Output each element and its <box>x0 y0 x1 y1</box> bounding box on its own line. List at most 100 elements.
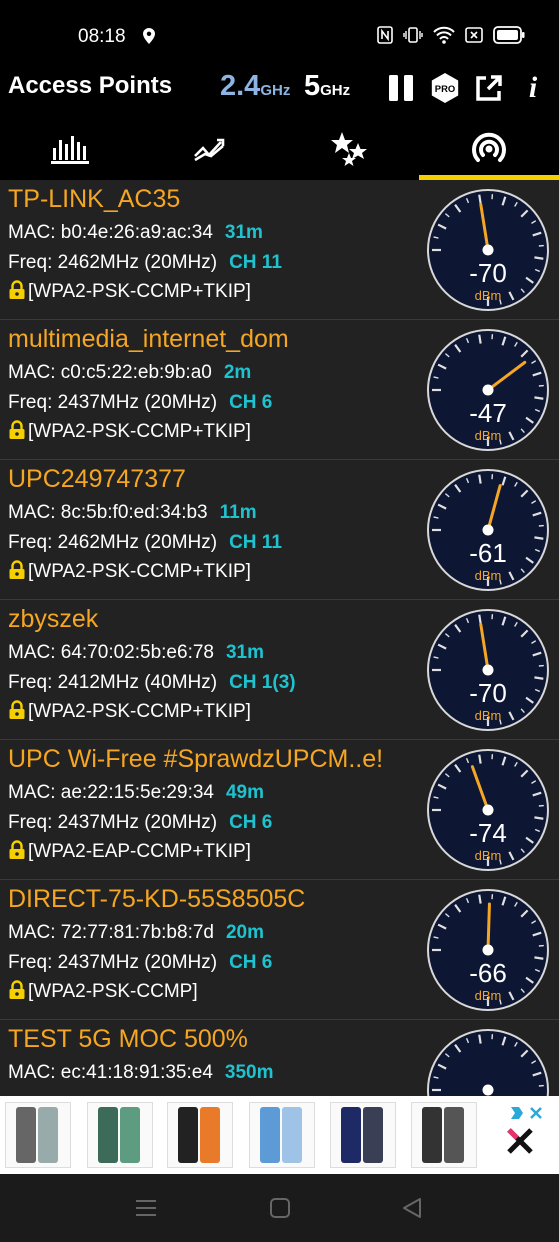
freq-line: Freq: 2412MHz (40MHz) CH 1(3) <box>8 672 296 694</box>
access-point-icon <box>472 132 507 162</box>
gauge-pivot <box>482 804 494 816</box>
access-point-row[interactable]: TP-LINK_AC35 MAC: b0:4e:26:a9:ac:34 31m F… <box>0 180 559 320</box>
screen-record-icon <box>465 27 483 48</box>
gauge-value: -66 <box>469 958 507 988</box>
ad-close-button[interactable] <box>503 1104 547 1169</box>
tab-rating[interactable] <box>280 118 420 180</box>
mac-line: MAC: ec:41:18:91:35:e4 350m <box>8 1062 274 1084</box>
channel: CH 11 <box>229 252 282 273</box>
access-point-row[interactable]: zbyszek MAC: 64:70:02:5b:e6:78 31m Freq: … <box>0 600 559 740</box>
frequency: Freq: 2412MHz <box>8 672 139 693</box>
gauge-tick <box>534 536 544 540</box>
frequency: Freq: 2462MHz <box>8 252 139 273</box>
access-point-list[interactable]: TP-LINK_AC35 MAC: b0:4e:26:a9:ac:34 31m F… <box>0 180 559 1096</box>
access-point-row[interactable]: multimedia_internet_dom MAC: c0:c5:22:eb… <box>0 320 559 460</box>
security: [WPA2-PSK-CCMP+TKIP] <box>28 701 251 722</box>
tab-access-points[interactable] <box>419 118 559 180</box>
gauge-tick <box>478 474 482 484</box>
ssid: TEST 5G MOC 500% <box>8 1025 248 1053</box>
pause-button[interactable] <box>385 70 417 106</box>
gauge-tick <box>478 614 482 624</box>
gauge-pivot <box>482 664 494 676</box>
freq-line: Freq: 2462MHz (20MHz) CH 11 <box>8 252 282 274</box>
mac-line: MAC: c0:c5:22:eb:9b:a0 2m <box>8 362 251 384</box>
signal-gauge: -47dBm <box>427 329 549 451</box>
nav-home-button[interactable] <box>268 1196 292 1220</box>
nfc-icon <box>377 26 393 49</box>
ad-phone-image[interactable] <box>411 1102 477 1168</box>
distance: 350m <box>224 1062 274 1083</box>
ad-phone-image[interactable] <box>5 1102 71 1168</box>
signal-gauge: -70dBm <box>427 189 549 311</box>
mac-line: MAC: b0:4e:26:a9:ac:34 31m <box>8 222 263 244</box>
signal-gauge: -74dBm <box>427 749 549 871</box>
channel: CH 6 <box>229 812 273 833</box>
ad-phone-image[interactable] <box>330 1102 396 1168</box>
nav-menu-button[interactable] <box>134 1196 158 1220</box>
frequency: Freq: 2437MHz <box>8 392 139 413</box>
mac-address: MAC: 72:77:81:7b:b8:7d <box>8 922 214 943</box>
home-icon <box>270 1198 290 1218</box>
page-title: Access Points <box>8 72 173 99</box>
gauge-value: -70 <box>469 678 507 708</box>
location-icon <box>143 28 155 49</box>
distance: 11m <box>219 502 257 523</box>
gauge-tick <box>534 956 544 960</box>
mac-line: MAC: 8c:5b:f0:ed:34:b3 11m <box>8 502 257 524</box>
share-button[interactable] <box>473 70 505 106</box>
signal-gauge: -61dBm <box>427 469 549 591</box>
security-line: [WPA2-PSK-CCMP+TKIP] <box>8 560 251 586</box>
channel: CH 1(3) <box>229 672 296 693</box>
band-5-unit: GHz <box>320 82 351 99</box>
tab-channel-graph[interactable] <box>0 118 140 180</box>
channel-width: (20MHz) <box>144 952 218 973</box>
distance: 49m <box>225 782 265 803</box>
security-line: [WPA2-EAP-CCMP+TKIP] <box>8 840 251 866</box>
signal-gauge: -66dBm <box>427 889 549 1011</box>
ad-phone-image[interactable] <box>167 1102 233 1168</box>
channel-width: (20MHz) <box>144 532 218 553</box>
vibrate-icon <box>403 26 423 49</box>
access-point-row[interactable]: UPC Wi-Free #SprawdzUPCM..e! MAC: ae:22:… <box>0 740 559 880</box>
band-24ghz-toggle[interactable]: 2.4GHz <box>220 70 290 103</box>
channel-width: (40MHz) <box>144 672 218 693</box>
gauge-needle <box>486 902 491 952</box>
gauge-pivot <box>482 244 494 256</box>
tab-bar <box>0 118 559 180</box>
freq-line: Freq: 2462MHz (20MHz) CH 11 <box>8 532 282 554</box>
channel-width: (20MHz) <box>144 392 218 413</box>
gauge-pivot <box>482 1084 494 1096</box>
band-5-value: 5 <box>304 70 321 102</box>
band-5ghz-toggle[interactable]: 5GHz <box>304 70 350 103</box>
ad-phone-image[interactable] <box>87 1102 153 1168</box>
signal-gauge <box>427 1029 549 1096</box>
mac-address: MAC: b0:4e:26:a9:ac:34 <box>8 222 213 243</box>
mac-address: MAC: ec:41:18:91:35:e4 <box>8 1062 213 1083</box>
gauge-unit: dBm <box>475 988 502 1003</box>
distance: 2m <box>223 362 252 383</box>
gauge-value: -74 <box>469 818 507 848</box>
ssid: UPC Wi-Free #SprawdzUPCM..e! <box>8 745 384 773</box>
gauge-tick <box>478 894 482 904</box>
ad-banner[interactable] <box>0 1096 559 1174</box>
gauge-unit: dBm <box>475 568 502 583</box>
info-button[interactable]: i <box>517 70 549 106</box>
ad-phone-image[interactable] <box>249 1102 315 1168</box>
access-point-row[interactable]: UPC249747377 MAC: 8c:5b:f0:ed:34:b3 11m F… <box>0 460 559 600</box>
gauge-unit: dBm <box>475 288 502 303</box>
nav-back-button[interactable] <box>400 1196 424 1220</box>
frequency: Freq: 2437MHz <box>8 812 139 833</box>
access-point-row[interactable]: DIRECT-75-KD-55S8505C MAC: 72:77:81:7b:b… <box>0 880 559 1020</box>
access-point-row[interactable]: TEST 5G MOC 500% MAC: ec:41:18:91:35:e4 3… <box>0 1020 559 1096</box>
menu-icon <box>136 1200 156 1216</box>
gauge-unit: dBm <box>475 848 502 863</box>
back-icon <box>403 1198 421 1218</box>
stars-icon <box>331 132 368 166</box>
security: [WPA2-EAP-CCMP+TKIP] <box>28 841 251 862</box>
mac-address: MAC: ae:22:15:5e:29:34 <box>8 782 214 803</box>
pro-badge-button[interactable]: PRO <box>429 70 461 106</box>
band-24-value: 2.4 <box>220 70 261 102</box>
mac-line: MAC: 72:77:81:7b:b8:7d 20m <box>8 922 264 944</box>
tab-time-graph[interactable] <box>140 118 280 180</box>
ssid: UPC249747377 <box>8 465 186 493</box>
